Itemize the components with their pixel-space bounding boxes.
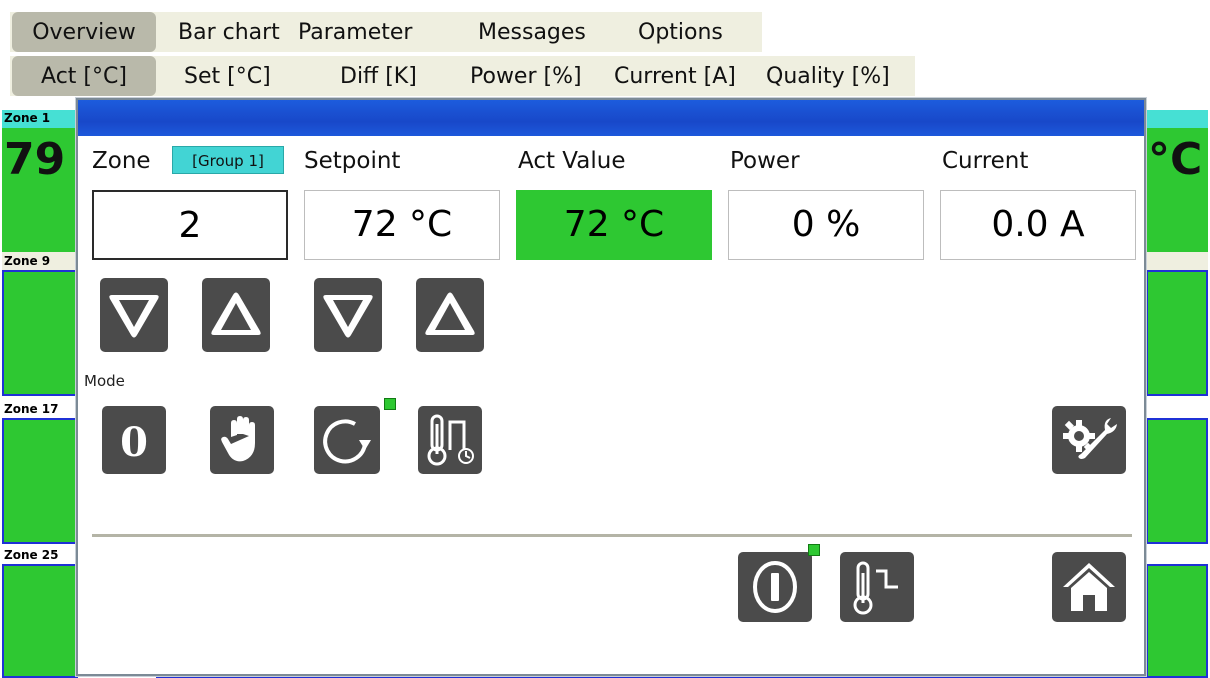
main-menu-bar: Overview Bar chart Parameter Messages Op… xyxy=(10,12,762,52)
current-field: 0.0 A xyxy=(940,190,1136,260)
zone-9-right-cell[interactable] xyxy=(1146,270,1208,396)
submenu-diff[interactable]: Diff [K] xyxy=(340,56,417,96)
zero-icon: 0 xyxy=(120,419,148,464)
setpoint-up-button[interactable] xyxy=(416,278,484,352)
dialog-divider xyxy=(92,534,1132,537)
power-field: 0 % xyxy=(728,190,924,260)
submenu-act[interactable]: Act [°C] xyxy=(12,56,156,96)
thermometer-pulse-icon xyxy=(427,414,474,466)
mode-label: Mode xyxy=(84,372,125,390)
power-button[interactable] xyxy=(738,552,812,622)
zone-detail-dialog: Zone [Group 1] Setpoint Act Value Power … xyxy=(76,98,1146,676)
zone-header: Zone xyxy=(92,148,151,174)
act-value-header: Act Value xyxy=(518,148,626,174)
hand-icon xyxy=(221,416,255,462)
zone-17-label: Zone 17 xyxy=(4,402,59,416)
menu-messages[interactable]: Messages xyxy=(478,12,586,52)
zone-25-label: Zone 25 xyxy=(4,548,59,562)
zone-9-cell[interactable] xyxy=(2,270,78,396)
mode-auto-button[interactable] xyxy=(314,406,380,474)
setpoint-down-button[interactable] xyxy=(314,278,382,352)
triangle-up-icon xyxy=(211,292,261,335)
power-indicator xyxy=(808,544,820,556)
setpoint-header: Setpoint xyxy=(304,148,401,174)
gear-wrench-icon xyxy=(1063,418,1117,459)
group-chip[interactable]: [Group 1] xyxy=(172,146,284,174)
zone-up-button[interactable] xyxy=(202,278,270,352)
sub-menu-bar: Act [°C] Set [°C] Diff [K] Power [%] Cur… xyxy=(10,56,915,96)
mode-manual-button[interactable] xyxy=(210,406,274,474)
triangle-up-icon xyxy=(425,292,475,335)
zone-1-value: 79 xyxy=(4,134,66,185)
settings-button[interactable] xyxy=(1052,406,1126,474)
act-value-field: 72 °C xyxy=(516,190,712,260)
menu-overview[interactable]: Overview xyxy=(12,12,156,52)
zone-down-button[interactable] xyxy=(100,278,168,352)
home-icon xyxy=(1063,563,1115,611)
zone-25-cell[interactable] xyxy=(2,564,78,678)
mode-auto-indicator xyxy=(384,398,396,410)
menu-bar-chart[interactable]: Bar chart xyxy=(178,12,280,52)
zone-9-label: Zone 9 xyxy=(4,254,51,268)
loop-arrow-icon xyxy=(323,419,371,464)
heating-button[interactable] xyxy=(840,552,914,622)
power-header: Power xyxy=(730,148,800,174)
setpoint-field[interactable]: 72 °C xyxy=(304,190,500,260)
svg-text:0: 0 xyxy=(120,419,148,464)
home-button[interactable] xyxy=(1052,552,1126,622)
mode-off-button[interactable]: 0 xyxy=(102,406,166,474)
submenu-quality[interactable]: Quality [%] xyxy=(766,56,890,96)
mode-temp-pulse-button[interactable] xyxy=(418,406,482,474)
menu-parameter[interactable]: Parameter xyxy=(298,12,412,52)
submenu-power[interactable]: Power [%] xyxy=(470,56,582,96)
zone-25-right-cell[interactable] xyxy=(1146,564,1208,678)
thermometer-step-icon xyxy=(853,561,898,615)
dialog-title-bar[interactable] xyxy=(78,100,1144,136)
zone-17-right-cell[interactable] xyxy=(1146,418,1208,544)
zone-1-unit: °C xyxy=(1148,134,1203,185)
current-header: Current xyxy=(942,148,1029,174)
menu-options[interactable]: Options xyxy=(638,12,723,52)
zone-17-cell[interactable] xyxy=(2,418,78,544)
submenu-current[interactable]: Current [A] xyxy=(614,56,736,96)
triangle-down-icon xyxy=(323,295,373,338)
zone-number-field[interactable]: 2 xyxy=(92,190,288,260)
triangle-down-icon xyxy=(109,295,159,338)
power-icon xyxy=(753,561,797,613)
zone-1-label: Zone 1 xyxy=(4,111,51,125)
submenu-set[interactable]: Set [°C] xyxy=(184,56,271,96)
